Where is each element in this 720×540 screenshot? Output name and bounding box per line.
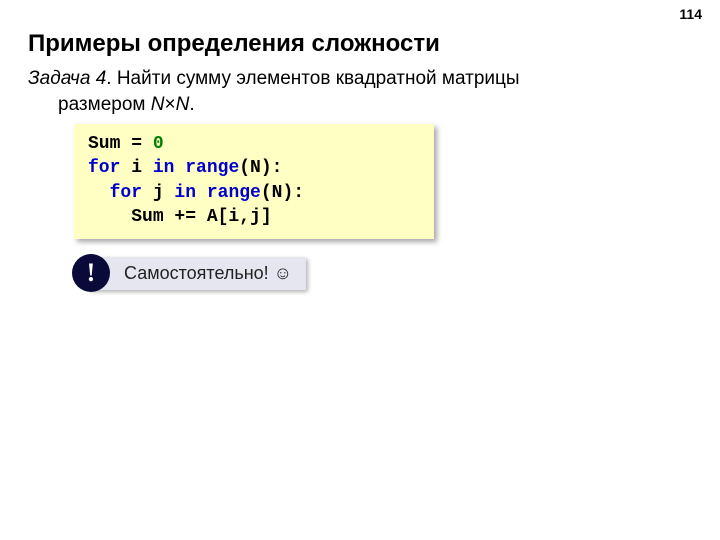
code-l2f: (N):: [239, 158, 282, 178]
code-l1b: =: [120, 134, 152, 154]
code-l2c: in: [153, 158, 175, 178]
code-l2b: i: [120, 158, 152, 178]
code-block: Sum = 0 for i in range(N): for j in rang…: [74, 124, 434, 239]
code-l3b: j: [142, 183, 174, 203]
code-l2e: range: [185, 158, 239, 178]
task-size-prefix: размером: [58, 94, 151, 115]
task-suffix: .: [189, 94, 194, 115]
task-n2: N: [176, 94, 190, 115]
page-number: 114: [679, 6, 702, 22]
page-title: Примеры определения сложности: [28, 30, 440, 58]
code-l1a: Sum: [88, 134, 120, 154]
task-label: Задача 4: [28, 68, 106, 89]
exclamation-icon: !: [72, 254, 110, 292]
task-body-2: размером N×N.: [28, 92, 195, 118]
code-l3f: (N):: [261, 183, 304, 203]
code-l4a: Sum += A[i,j]: [131, 207, 271, 227]
note: ! Самостоятельно! ☺: [72, 254, 306, 292]
note-text: Самостоятельно! ☺: [88, 257, 306, 290]
task-text: Задача 4. Найти сумму элементов квадратн…: [28, 66, 660, 117]
task-times: ×: [164, 94, 175, 115]
task-n1: N: [151, 94, 165, 115]
code-l2d: [174, 158, 185, 178]
code-l1c: 0: [153, 134, 164, 154]
code-l3d: [196, 183, 207, 203]
code-l3e: range: [207, 183, 261, 203]
code-l4pad: [88, 207, 131, 227]
code-l3pad: [88, 183, 110, 203]
code-l2a: for: [88, 158, 120, 178]
task-body-1: . Найти сумму элементов квадратной матри…: [106, 68, 519, 89]
code-l3c: in: [174, 183, 196, 203]
code-l3a: for: [110, 183, 142, 203]
